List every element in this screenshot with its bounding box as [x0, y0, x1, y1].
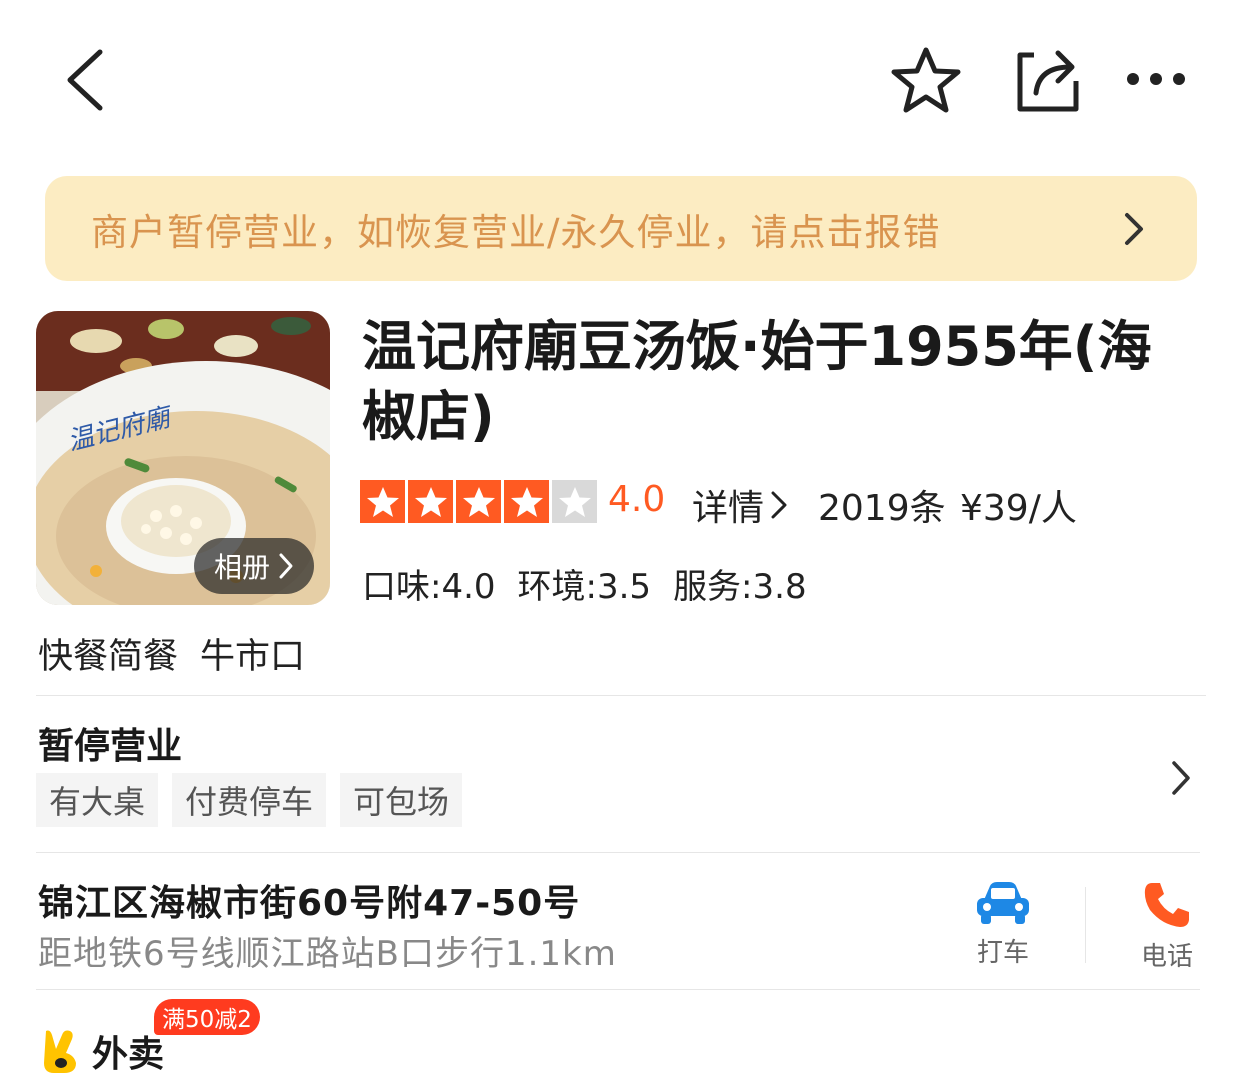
car-icon [977, 882, 1029, 924]
back-button[interactable] [60, 45, 108, 115]
review-count[interactable]: 2019条 [818, 479, 946, 531]
phone-icon [1144, 883, 1189, 927]
rating-value: 4.0 [608, 479, 666, 520]
closure-notice-banner[interactable]: 商户暂停营业，如恢复营业/永久停业，请点击报错 [45, 176, 1197, 281]
notice-text: 商户暂停营业，如恢复营业/永久停业，请点击报错 [91, 210, 941, 254]
metro-distance: 距地铁6号线顺江路站B口步行1.1km [38, 934, 617, 974]
more-button[interactable] [1124, 64, 1188, 94]
chevron-right-icon [279, 553, 293, 579]
facility-tag: 付费停车 [172, 773, 327, 827]
star-filled-icon [456, 480, 501, 523]
detail-label: 详情 [692, 488, 765, 529]
share-icon [1017, 50, 1079, 112]
business-status: 暂停营业 [38, 726, 183, 767]
facility-tags: 有大桌 付费停车 可包场 [36, 773, 463, 827]
facility-tag: 可包场 [340, 773, 463, 827]
star-filled-icon [360, 480, 405, 523]
shop-name: 温记府廟豆汤饭·始于1955年(海椒店) [362, 315, 1152, 448]
promo-badge: 满50减2 [154, 999, 260, 1035]
album-button[interactable]: 相册 [194, 538, 314, 594]
environment-score: 环境:3.5 [517, 567, 652, 607]
phone-label: 电话 [1140, 942, 1193, 972]
phone-button[interactable]: 电话 [1134, 880, 1200, 973]
divider [1085, 887, 1086, 963]
service-score: 服务:3.8 [673, 567, 807, 607]
category-line: 快餐简餐 牛市口 [38, 628, 305, 679]
star-outline-icon [891, 47, 961, 113]
rating-detail-link[interactable]: 详情 [692, 479, 788, 531]
taxi-button[interactable]: 打车 [970, 880, 1036, 969]
address[interactable]: 锦江区海椒市街60号附47-50号 [38, 874, 580, 926]
delivery-logo-icon [44, 1030, 76, 1073]
shop-photo[interactable]: 温记府廟 相册 [36, 311, 330, 605]
favorite-button[interactable] [888, 44, 964, 116]
star-filled-icon [504, 480, 549, 523]
star-empty-icon [552, 480, 597, 523]
taxi-label: 打车 [976, 938, 1029, 968]
more-dots-icon [1127, 73, 1185, 85]
delivery-title: 外卖 [92, 1034, 165, 1075]
facility-tag: 有大桌 [36, 773, 159, 827]
divider [36, 695, 1206, 696]
back-arrow-icon [67, 49, 103, 111]
price-per-person: ¥39/人 [960, 488, 1077, 529]
rating-stars [360, 480, 597, 523]
status-detail-button[interactable] [1170, 760, 1200, 796]
taste-score: 口味:4.0 [362, 567, 496, 607]
divider [36, 989, 1200, 990]
star-filled-icon [408, 480, 453, 523]
divider [36, 852, 1200, 853]
category-label: 快餐简餐 [38, 637, 179, 677]
sub-scores: 口味:4.0 环境:3.5 服务:3.8 [362, 559, 807, 608]
album-label: 相册 [213, 551, 270, 584]
delivery-section[interactable]: 外卖 [40, 1025, 164, 1077]
chevron-right-icon [1125, 213, 1143, 245]
share-button[interactable] [1012, 44, 1082, 114]
chevron-right-icon [1172, 761, 1190, 795]
chevron-right-icon [771, 491, 787, 519]
area-label: 牛市口 [200, 637, 306, 677]
